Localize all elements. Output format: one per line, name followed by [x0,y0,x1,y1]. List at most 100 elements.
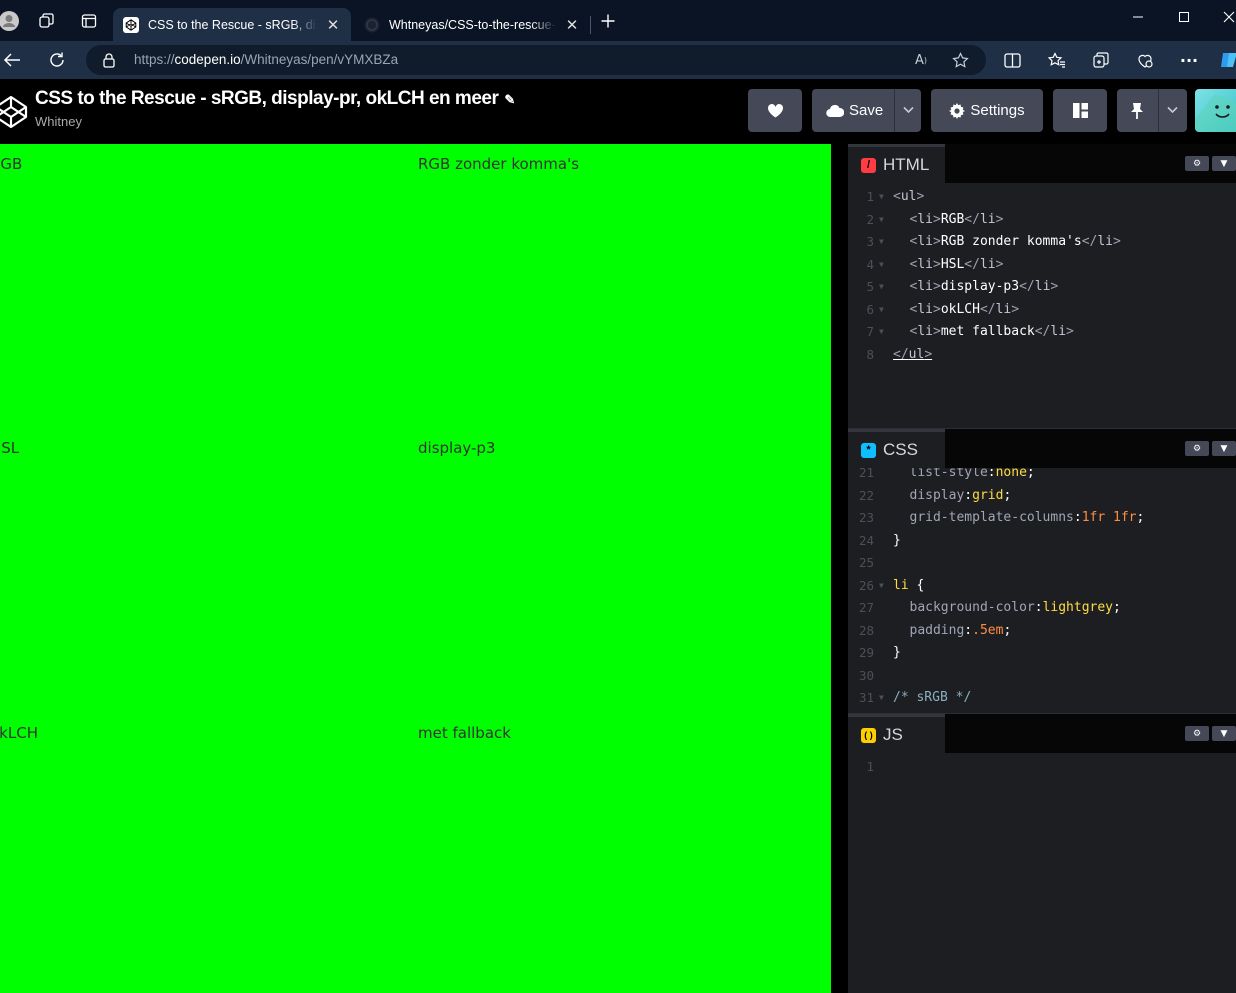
code-line[interactable]: 1 [848,756,1236,779]
line-number: 8 [866,346,874,362]
fold-arrow-icon[interactable]: ▼ [879,321,884,344]
like-button[interactable] [748,89,802,132]
code-text: display:grid; [910,485,1012,508]
pane-resize-handle[interactable] [831,144,848,993]
copilot-icon[interactable] [1215,47,1236,73]
line-number: 23 [858,510,874,525]
line-number: 7 [866,324,874,339]
settings-button[interactable]: Settings [931,89,1043,132]
pen-author[interactable]: Whitney [35,114,82,129]
js-code[interactable]: 1 [848,756,1236,779]
code-line[interactable]: 30 [848,665,1236,688]
refresh-icon[interactable] [43,47,71,73]
save-button[interactable]: Save [812,89,921,132]
code-line[interactable]: 24} [848,530,1236,553]
collections-icon[interactable] [1087,47,1115,73]
code-line[interactable]: 28 padding:.5em; [848,620,1236,643]
pen-title[interactable]: CSS to the Rescue - sRGB, display-pr, ok… [35,88,515,110]
lock-icon[interactable] [102,52,116,68]
read-aloud-icon[interactable]: A) [910,51,932,69]
code-line[interactable]: 8 </ul> [848,344,1236,367]
code-token: li [1034,279,1051,294]
code-token: > [932,279,941,294]
codepen-logo-icon[interactable] [0,95,28,129]
code-line[interactable]: 31 ▼ /* sRGB */ [848,687,1236,710]
html-editor: / HTML ⚙ ▼ 1 ▼ <ul> 2 ▼ <li>RGB</li> 3 ▼ <li>RGB… [848,144,1236,428]
maximize-icon[interactable] [1162,4,1206,30]
code-line[interactable]: 1 ▼ <ul> [848,186,1236,209]
list-item: HSL [0,439,20,457]
save-label: Save [849,102,884,119]
favorite-star-icon[interactable] [949,51,971,69]
code-text: /* sRGB */ [893,687,971,710]
editor-settings-icon[interactable]: ⚙ [1185,726,1209,741]
code-line[interactable]: 6 ▼ <li>okLCH</li> [848,299,1236,322]
fold-arrow-icon[interactable]: ▼ [879,186,884,209]
url-scheme: https:// [134,52,175,67]
code-line[interactable]: 25 [848,552,1236,575]
chevron-down-icon[interactable]: ▼ [1212,441,1236,456]
tab-actions-icon[interactable] [76,8,102,34]
fold-arrow-icon[interactable]: ▼ [879,687,884,710]
tab-github[interactable]: Whtneyas/CSS-to-the-rescue-2023 ✕ [354,8,590,41]
code-line[interactable]: 4 ▼ <li>HSL</li> [848,254,1236,277]
change-view-button[interactable] [1053,89,1107,132]
css-editor: 21 list-style:none; 22 display:grid; 23 grid-… [848,428,1236,713]
tab-css[interactable]: * CSS [848,429,945,468]
browser-essentials-icon[interactable] [1131,47,1159,73]
fold-arrow-icon[interactable]: ▼ [879,575,884,598]
code-token: ul [908,346,925,362]
html-code[interactable]: 1 ▼ <ul> 2 ▼ <li>RGB</li> 3 ▼ <li>RGB zonder kom… [848,186,1236,366]
code-line[interactable]: 7 ▼ <li>met fallback</li> [848,321,1236,344]
pin-button[interactable] [1117,89,1187,132]
code-line[interactable]: 2 ▼ <li>RGB</li> [848,209,1236,232]
chevron-down-icon[interactable] [903,106,914,114]
code-line[interactable]: 5 ▼ <li>display-p3</li> [848,276,1236,299]
tab-html[interactable]: / HTML [848,144,945,183]
layout-icon [1072,103,1088,118]
workspaces-icon[interactable] [34,8,60,34]
tab-js[interactable]: ( ) JS [848,714,945,753]
line-number: 28 [858,622,874,638]
js-label: JS [883,725,903,744]
code-line[interactable]: 29} [848,642,1236,665]
fold-arrow-icon[interactable]: ▼ [879,254,884,277]
code-line[interactable]: 27 background-color:lightgrey; [848,597,1236,620]
profile-icon[interactable] [0,8,22,34]
minimize-icon[interactable] [1116,4,1160,30]
tab-title: Whtneyas/CSS-to-the-rescue-2023 [389,17,556,32]
code-line[interactable]: 22 display:grid; [848,485,1236,508]
avatar[interactable] [1195,89,1236,132]
editor-settings-icon[interactable]: ⚙ [1185,441,1209,456]
fold-arrow-icon[interactable]: ▼ [879,299,884,322]
editor-settings-icon[interactable]: ⚙ [1185,156,1209,171]
fold-arrow-icon[interactable]: ▼ [879,231,884,254]
back-arrow-icon[interactable] [0,47,26,73]
fold-arrow-icon[interactable]: ▼ [879,276,884,299]
pin-icon [1131,102,1143,119]
url-text[interactable]: https://codepen.io/Whitneyas/pen/vYMXBZa [134,52,398,67]
tab-codepen[interactable]: CSS to the Rescue - sRGB, display-pr, ok… [113,8,351,41]
code-line[interactable]: 26 ▼ li { [848,575,1236,598]
fold-arrow-icon[interactable]: ▼ [879,209,884,232]
chevron-down-icon[interactable]: ▼ [1212,726,1236,741]
cloud-icon [826,104,844,117]
new-tab-icon[interactable] [595,8,621,34]
css-code[interactable]: 21 list-style:none; 22 display:grid; 23 grid-… [848,462,1236,710]
code-line[interactable]: 23 grid-template-columns:1fr 1fr; [848,507,1236,530]
address-bar[interactable]: https://codepen.io/Whitneyas/pen/vYMXBZa… [86,45,986,75]
edit-pencil-icon[interactable]: ✎ [504,92,515,107]
code-token: display-p3 [940,279,1020,294]
split-screen-icon[interactable] [998,47,1026,73]
more-menu-icon[interactable]: ··· [1175,47,1203,73]
favorites-icon[interactable] [1043,47,1071,73]
close-window-icon[interactable] [1207,4,1236,30]
code-token: > [932,234,941,249]
code-token: li [917,256,933,272]
code-line[interactable]: 3 ▼ <li>RGB zonder komma's</li> [848,231,1236,254]
tab-close-icon[interactable]: ✕ [564,16,580,34]
tab-close-icon[interactable]: ✕ [325,16,341,34]
chevron-down-icon[interactable] [1167,106,1178,114]
code-token: padding [909,622,965,638]
chevron-down-icon[interactable]: ▼ [1212,156,1236,171]
